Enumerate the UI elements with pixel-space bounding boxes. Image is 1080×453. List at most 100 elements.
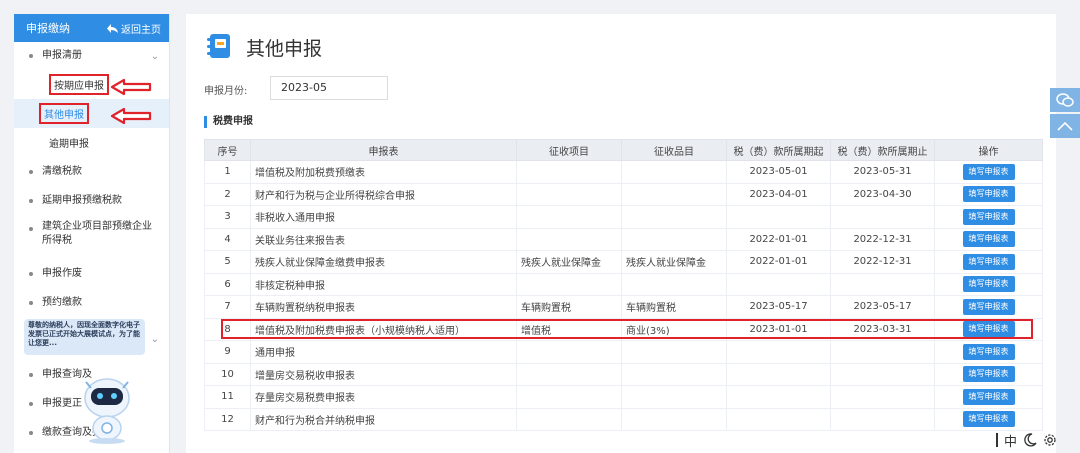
home-link-label: 返回主页: [121, 24, 161, 36]
cell-item: [516, 407, 622, 431]
header-period-start: 税（费）款所属期起: [726, 139, 831, 161]
cell-subitem: [621, 182, 727, 206]
main-panel: 其他申报 申报月份: 2023-05 税费申报 序号 申报表 征收项目 征收品目…: [186, 14, 1056, 453]
fill-form-button[interactable]: 填写申报表: [962, 208, 1015, 225]
declaration-table: 序号 申报表 征收项目 征收品目 税（费）款所属期起 税（费）款所属期止 操作 …: [204, 139, 1043, 431]
fill-form-button[interactable]: 填写申报表: [962, 231, 1015, 248]
cell-start: [726, 407, 831, 431]
cell-start: 2022-01-01: [726, 227, 831, 251]
cell-subitem: [621, 362, 727, 386]
table-row: 2 财产和行为税与企业所得税综合申报 2023-04-01 2023-04-30 填写申…: [204, 182, 1043, 206]
cell-form: 增值税及附加税费申报表（小规模纳税人适用）: [250, 317, 517, 341]
cell-action: 填写申报表: [934, 317, 1043, 341]
notice-bubble[interactable]: 尊敬的纳税人，因现全面数字化电子发票已正式开始大展模试点，为了能让您更...: [24, 319, 145, 355]
month-input[interactable]: 2023-05: [270, 76, 388, 100]
cell-no: 3: [204, 205, 251, 229]
sidebar-item-appointment[interactable]: 预约缴款: [14, 288, 169, 317]
fill-form-button[interactable]: 填写申报表: [962, 253, 1015, 270]
cell-subitem: [621, 205, 727, 229]
page-title: 其他申报: [246, 38, 323, 60]
cell-end: [830, 272, 935, 296]
table-row: 6 非核定税种申报 填写申报表: [204, 272, 1043, 296]
fill-form-button[interactable]: 填写申报表: [962, 388, 1015, 405]
sidebar-item-label: 建筑企业项目部预缴企业所得税: [42, 221, 152, 246]
ime-divider: [996, 433, 998, 447]
sidebar-item-overdue[interactable]: 逾期申报: [14, 128, 169, 157]
sidebar-item-label: 申报作废: [42, 267, 82, 279]
section-title: 税费申报: [204, 116, 253, 128]
cell-action: 填写申报表: [934, 160, 1043, 184]
sidebar-item-clear-tax[interactable]: 清缴税款: [14, 157, 169, 186]
table-header-row: 序号 申报表 征收项目 征收品目 税（费）款所属期起 税（费）款所属期止 操作: [204, 139, 1043, 161]
cell-subitem: 残疾人就业保障金: [621, 250, 727, 274]
cell-end: 2023-05-17: [830, 295, 935, 319]
moon-icon[interactable]: [1023, 433, 1037, 447]
cell-form: 通用申报: [250, 340, 517, 364]
back-to-top-button[interactable]: [1050, 114, 1080, 138]
table-row: 12 财产和行为税合并纳税申报 填写申报表: [204, 407, 1043, 431]
fill-form-button[interactable]: 填写申报表: [962, 411, 1015, 428]
header-subitem: 征收品目: [621, 139, 727, 161]
cell-no: 6: [204, 272, 251, 296]
cell-item: 车辆购置税: [516, 295, 622, 319]
header-form: 申报表: [250, 139, 517, 161]
fill-form-button[interactable]: 填写申报表: [962, 321, 1015, 338]
fill-form-button[interactable]: 填写申报表: [962, 276, 1015, 293]
table-row: 7 车辆购置税纳税申报表 车辆购置税 车辆购置税 2023-05-17 2023-05-1…: [204, 295, 1043, 319]
cell-form: 财产和行为税与企业所得税综合申报: [250, 182, 517, 206]
cell-end: [830, 407, 935, 431]
cell-end: [830, 385, 935, 409]
ime-language-toggle[interactable]: 中: [1004, 431, 1017, 450]
chat-float-button[interactable]: [1050, 88, 1080, 112]
cell-no: 1: [204, 160, 251, 184]
cell-end: [830, 362, 935, 386]
cell-end: 2022-12-31: [830, 250, 935, 274]
cell-action: 填写申报表: [934, 362, 1043, 386]
cell-start: 2023-04-01: [726, 182, 831, 206]
header-item: 征收项目: [516, 139, 622, 161]
cell-item: [516, 182, 622, 206]
cell-action: 填写申报表: [934, 295, 1043, 319]
cell-start: 2023-05-17: [726, 295, 831, 319]
back-arrow-icon: [107, 23, 118, 33]
cell-start: [726, 205, 831, 229]
annotation-arrow-icon: [110, 78, 152, 96]
fill-form-button[interactable]: 填写申报表: [962, 163, 1015, 180]
cell-end: [830, 205, 935, 229]
cell-action: 填写申报表: [934, 227, 1043, 251]
gear-icon[interactable]: [1043, 433, 1057, 447]
cell-item: [516, 205, 622, 229]
home-link[interactable]: 返回主页: [107, 21, 161, 36]
cell-end: 2023-05-31: [830, 160, 935, 184]
cell-form: 增量房交易税收申报表: [250, 362, 517, 386]
sidebar-item-label: 其他申报: [39, 103, 89, 124]
cell-no: 11: [204, 385, 251, 409]
cell-item: 增值税: [516, 317, 622, 341]
sidebar-item-declaration-list[interactable]: 申报清册 ⌄: [14, 42, 169, 70]
fill-form-button[interactable]: 填写申报表: [962, 298, 1015, 315]
assistant-robot-icon[interactable]: [78, 368, 136, 444]
fill-form-button[interactable]: 填写申报表: [962, 186, 1015, 203]
chat-icon: [1056, 93, 1074, 107]
cell-item: [516, 385, 622, 409]
cell-subitem: 车辆购置税: [621, 295, 727, 319]
cell-form: 非核定税种申报: [250, 272, 517, 296]
cell-start: 2023-01-01: [726, 317, 831, 341]
cell-end: 2022-12-31: [830, 227, 935, 251]
fill-form-button[interactable]: 填写申报表: [962, 343, 1015, 360]
table-row: 5 残疾人就业保障金缴费申报表 残疾人就业保障金 残疾人就业保障金 2022-01-01…: [204, 250, 1043, 274]
sidebar-item-deferred[interactable]: 延期申报预缴税款: [14, 186, 169, 215]
cell-no: 5: [204, 250, 251, 274]
fill-form-button[interactable]: 填写申报表: [962, 366, 1015, 383]
cell-end: 2023-03-31: [830, 317, 935, 341]
cell-item: [516, 272, 622, 296]
cell-no: 4: [204, 227, 251, 251]
sidebar-item-label: 延期申报预缴税款: [42, 194, 122, 206]
sidebar-item-label: 申报清册: [42, 50, 82, 61]
cell-no: 9: [204, 340, 251, 364]
sidebar-item-void[interactable]: 申报作废: [14, 259, 169, 288]
cell-form: 存量房交易税费申报表: [250, 385, 517, 409]
sidebar-item-construction[interactable]: 建筑企业项目部预缴企业所得税: [14, 215, 169, 259]
cell-item: [516, 362, 622, 386]
cell-subitem: [621, 385, 727, 409]
